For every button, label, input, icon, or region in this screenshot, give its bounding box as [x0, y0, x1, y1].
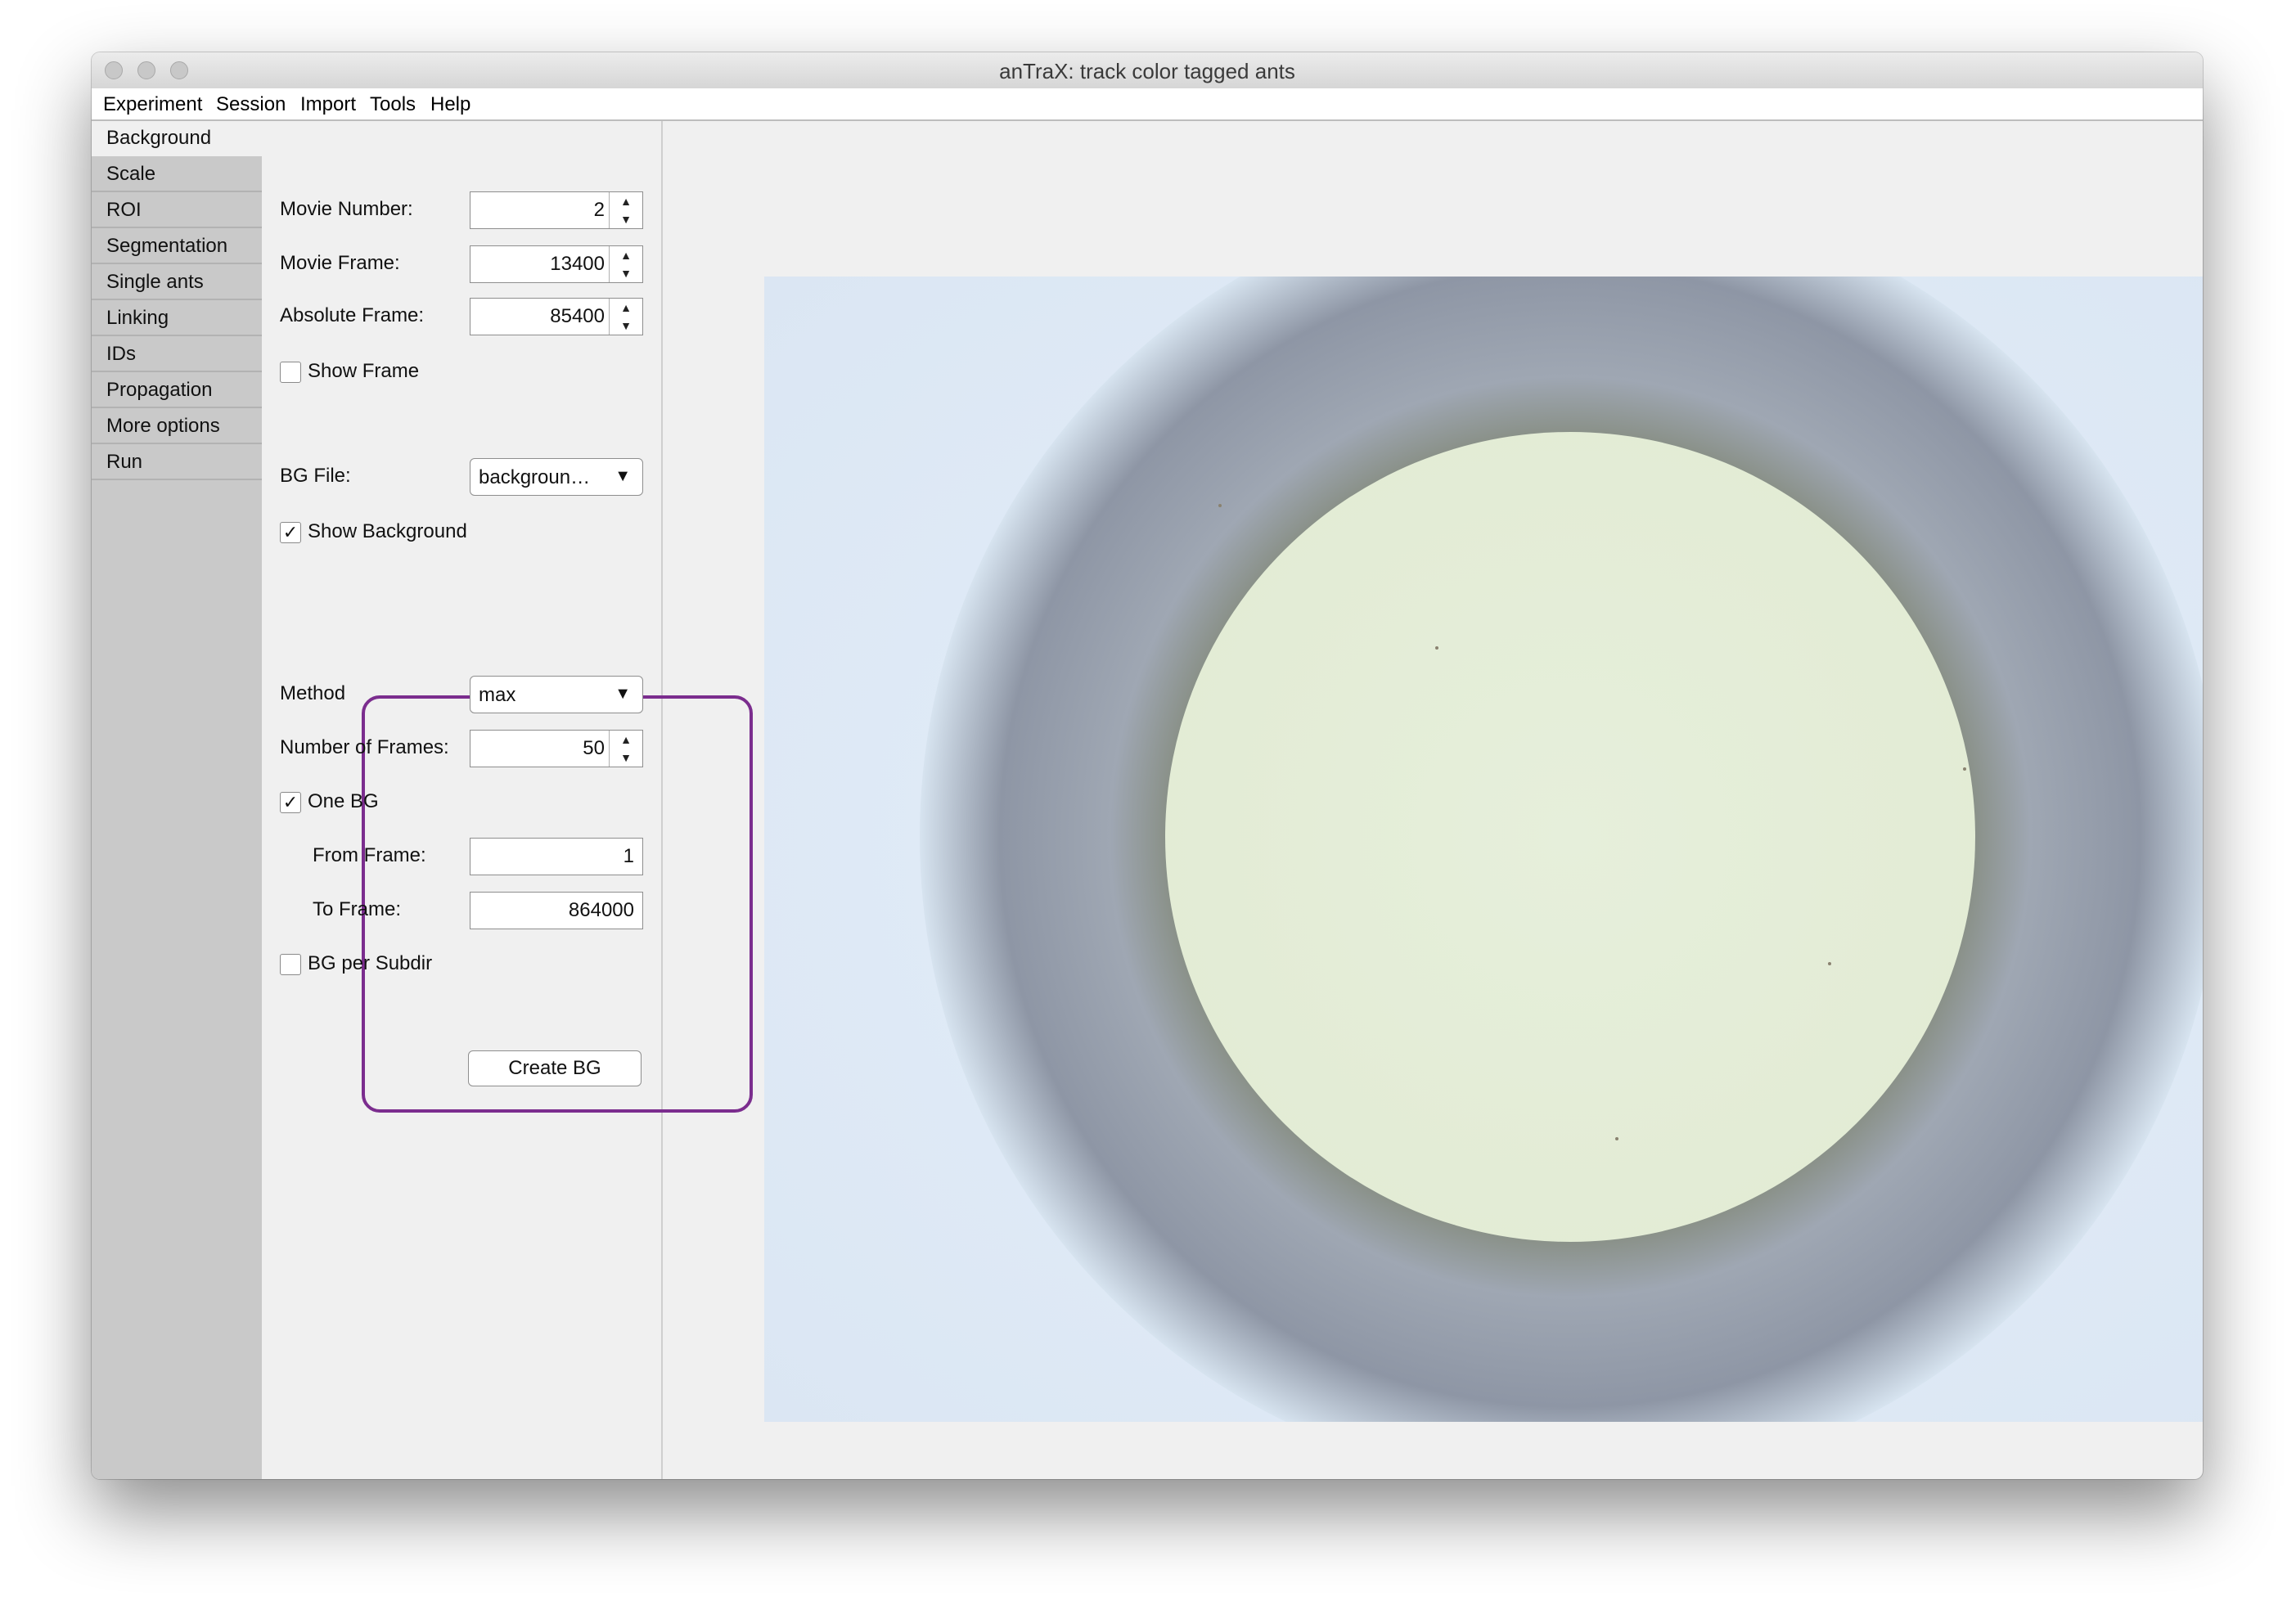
tab-single-ants[interactable]: Single ants — [92, 265, 262, 300]
tab-background[interactable]: Background — [92, 121, 265, 156]
menu-import[interactable]: Import — [300, 93, 356, 116]
app-window: anTraX: track color tagged ants Experime… — [92, 52, 2203, 1479]
movie-number-spinner: ▲ ▼ — [609, 192, 642, 228]
increment-arrow-icon[interactable]: ▲ — [610, 299, 642, 317]
to-frame-label: To Frame: — [313, 898, 402, 920]
method-dropdown[interactable]: max ▼ — [470, 676, 643, 713]
movie-number-value: 2 — [593, 199, 605, 221]
absolute-frame-value: 85400 — [550, 305, 605, 327]
menu-experiment[interactable]: Experiment — [103, 93, 202, 116]
decrement-arrow-icon[interactable]: ▼ — [610, 317, 642, 335]
movie-frame-value: 13400 — [550, 253, 605, 275]
arena-floor — [1165, 432, 1975, 1242]
movie-frame-label: Movie Frame: — [280, 252, 400, 274]
speck — [1963, 767, 1966, 771]
method-value: max — [479, 684, 516, 706]
tab-ids[interactable]: IDs — [92, 337, 262, 372]
bg-file-value: backgroun… — [479, 466, 591, 488]
from-frame-input[interactable]: 1 — [470, 838, 643, 875]
menu-tools[interactable]: Tools — [370, 93, 416, 116]
one-bg-label: One BG — [308, 790, 379, 812]
tab-sidebar: Background Scale ROI Segmentation Single… — [92, 121, 265, 1479]
show-background-checkbox[interactable]: ✓ — [280, 522, 301, 543]
tab-more-options[interactable]: More options — [92, 409, 262, 444]
from-frame-label: From Frame: — [313, 844, 426, 866]
movie-number-label: Movie Number: — [280, 198, 413, 220]
chevron-down-icon: ▼ — [615, 467, 631, 485]
tab-linking[interactable]: Linking — [92, 301, 262, 336]
movie-number-stepper[interactable]: 2 ▲ ▼ — [470, 191, 643, 229]
increment-arrow-icon[interactable]: ▲ — [610, 246, 642, 264]
show-frame-label: Show Frame — [308, 360, 420, 382]
speck — [1615, 1137, 1618, 1140]
tab-roi[interactable]: ROI — [92, 193, 262, 228]
absolute-frame-label: Absolute Frame: — [280, 304, 425, 326]
bg-file-dropdown[interactable]: backgroun… ▼ — [470, 458, 643, 496]
menu-session[interactable]: Session — [216, 93, 286, 116]
menu-help[interactable]: Help — [430, 93, 470, 116]
number-of-frames-stepper[interactable]: 50 ▲ ▼ — [470, 730, 643, 767]
tab-segmentation[interactable]: Segmentation — [92, 229, 262, 264]
absolute-frame-spinner: ▲ ▼ — [609, 299, 642, 335]
bg-per-subdir-label: BG per Subdir — [308, 952, 433, 974]
bg-file-label: BG File: — [280, 465, 351, 487]
create-bg-button[interactable]: Create BG — [468, 1050, 642, 1086]
decrement-arrow-icon[interactable]: ▼ — [610, 264, 642, 282]
one-bg-checkbox[interactable]: ✓ — [280, 792, 301, 813]
tab-run[interactable]: Run — [92, 445, 262, 480]
decrement-arrow-icon[interactable]: ▼ — [610, 749, 642, 767]
show-frame-checkbox[interactable] — [280, 362, 301, 383]
tab-propagation[interactable]: Propagation — [92, 373, 262, 408]
window-title: anTraX: track color tagged ants — [999, 59, 1295, 83]
method-label: Method — [280, 682, 346, 704]
decrement-arrow-icon[interactable]: ▼ — [610, 210, 642, 228]
number-of-frames-spinner: ▲ ▼ — [609, 731, 642, 767]
to-frame-value: 864000 — [568, 899, 634, 921]
title-bar: anTraX: track color tagged ants — [92, 52, 2203, 89]
number-of-frames-label: Number of Frames: — [280, 736, 449, 758]
from-frame-value: 1 — [623, 845, 634, 867]
increment-arrow-icon[interactable]: ▲ — [610, 731, 642, 749]
background-preview-image — [764, 277, 2203, 1422]
increment-arrow-icon[interactable]: ▲ — [610, 192, 642, 210]
menu-bar: Experiment Session Import Tools Help — [92, 88, 2203, 121]
chevron-down-icon: ▼ — [615, 685, 631, 703]
number-of-frames-value: 50 — [583, 737, 605, 759]
speck — [1218, 504, 1222, 507]
speck — [1828, 962, 1831, 965]
show-background-label: Show Background — [308, 520, 467, 542]
movie-frame-spinner: ▲ ▼ — [609, 246, 642, 282]
bg-per-subdir-checkbox[interactable] — [280, 954, 301, 975]
tab-scale[interactable]: Scale — [92, 157, 262, 192]
absolute-frame-stepper[interactable]: 85400 ▲ ▼ — [470, 298, 643, 335]
speck — [1435, 646, 1438, 650]
movie-frame-stepper[interactable]: 13400 ▲ ▼ — [470, 245, 643, 283]
to-frame-input[interactable]: 864000 — [470, 892, 643, 929]
